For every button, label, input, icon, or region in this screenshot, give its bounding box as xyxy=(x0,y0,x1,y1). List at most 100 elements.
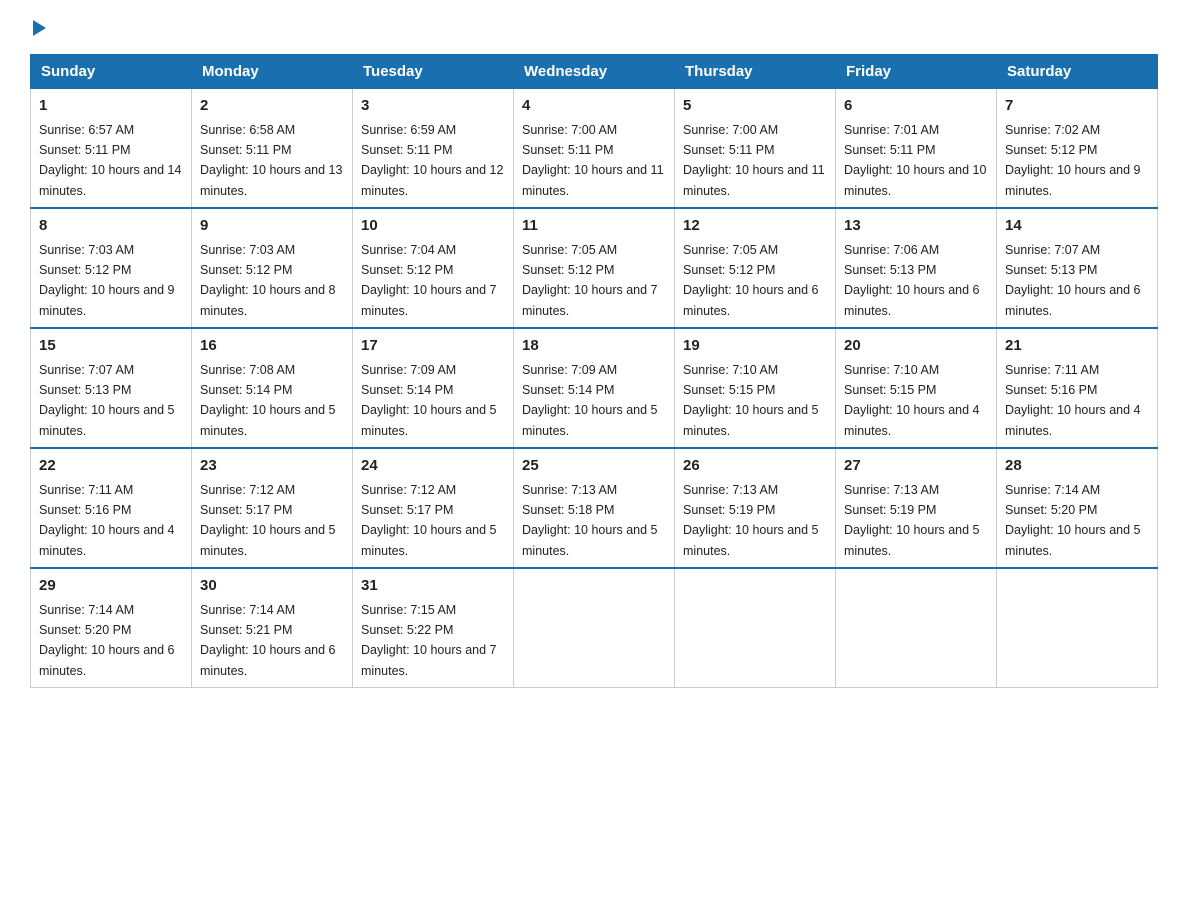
calendar-week-row: 22 Sunrise: 7:11 AMSunset: 5:16 PMDaylig… xyxy=(31,448,1158,568)
day-info: Sunrise: 7:02 AMSunset: 5:12 PMDaylight:… xyxy=(1005,123,1141,198)
day-info: Sunrise: 7:00 AMSunset: 5:11 PMDaylight:… xyxy=(683,123,825,198)
calendar-cell: 17 Sunrise: 7:09 AMSunset: 5:14 PMDaylig… xyxy=(353,328,514,448)
day-number: 5 xyxy=(683,95,827,118)
calendar-cell: 12 Sunrise: 7:05 AMSunset: 5:12 PMDaylig… xyxy=(675,208,836,328)
column-header-sunday: Sunday xyxy=(31,55,192,89)
day-number: 21 xyxy=(1005,335,1149,358)
day-info: Sunrise: 7:11 AMSunset: 5:16 PMDaylight:… xyxy=(1005,363,1141,438)
calendar-cell: 22 Sunrise: 7:11 AMSunset: 5:16 PMDaylig… xyxy=(31,448,192,568)
day-info: Sunrise: 7:14 AMSunset: 5:20 PMDaylight:… xyxy=(39,603,175,678)
day-info: Sunrise: 7:05 AMSunset: 5:12 PMDaylight:… xyxy=(522,243,658,318)
calendar-cell: 5 Sunrise: 7:00 AMSunset: 5:11 PMDayligh… xyxy=(675,89,836,209)
calendar-cell: 6 Sunrise: 7:01 AMSunset: 5:11 PMDayligh… xyxy=(836,89,997,209)
day-number: 24 xyxy=(361,455,505,478)
calendar-cell: 11 Sunrise: 7:05 AMSunset: 5:12 PMDaylig… xyxy=(514,208,675,328)
day-info: Sunrise: 7:15 AMSunset: 5:22 PMDaylight:… xyxy=(361,603,497,678)
day-info: Sunrise: 7:11 AMSunset: 5:16 PMDaylight:… xyxy=(39,483,175,558)
calendar-cell: 25 Sunrise: 7:13 AMSunset: 5:18 PMDaylig… xyxy=(514,448,675,568)
day-number: 12 xyxy=(683,215,827,238)
day-number: 19 xyxy=(683,335,827,358)
day-number: 29 xyxy=(39,575,183,598)
day-info: Sunrise: 7:09 AMSunset: 5:14 PMDaylight:… xyxy=(361,363,497,438)
day-number: 7 xyxy=(1005,95,1149,118)
calendar-cell: 18 Sunrise: 7:09 AMSunset: 5:14 PMDaylig… xyxy=(514,328,675,448)
calendar-cell: 13 Sunrise: 7:06 AMSunset: 5:13 PMDaylig… xyxy=(836,208,997,328)
day-info: Sunrise: 7:14 AMSunset: 5:21 PMDaylight:… xyxy=(200,603,336,678)
page-header xyxy=(30,20,1158,36)
day-number: 9 xyxy=(200,215,344,238)
day-number: 4 xyxy=(522,95,666,118)
day-info: Sunrise: 7:03 AMSunset: 5:12 PMDaylight:… xyxy=(200,243,336,318)
day-info: Sunrise: 7:01 AMSunset: 5:11 PMDaylight:… xyxy=(844,123,986,198)
calendar-cell: 21 Sunrise: 7:11 AMSunset: 5:16 PMDaylig… xyxy=(997,328,1158,448)
day-number: 20 xyxy=(844,335,988,358)
logo xyxy=(30,20,46,36)
day-info: Sunrise: 7:13 AMSunset: 5:18 PMDaylight:… xyxy=(522,483,658,558)
calendar-cell: 23 Sunrise: 7:12 AMSunset: 5:17 PMDaylig… xyxy=(192,448,353,568)
calendar-cell: 27 Sunrise: 7:13 AMSunset: 5:19 PMDaylig… xyxy=(836,448,997,568)
calendar-cell: 19 Sunrise: 7:10 AMSunset: 5:15 PMDaylig… xyxy=(675,328,836,448)
calendar-week-row: 15 Sunrise: 7:07 AMSunset: 5:13 PMDaylig… xyxy=(31,328,1158,448)
calendar-week-row: 29 Sunrise: 7:14 AMSunset: 5:20 PMDaylig… xyxy=(31,568,1158,688)
day-info: Sunrise: 6:58 AMSunset: 5:11 PMDaylight:… xyxy=(200,123,342,198)
day-number: 18 xyxy=(522,335,666,358)
calendar-cell: 7 Sunrise: 7:02 AMSunset: 5:12 PMDayligh… xyxy=(997,89,1158,209)
day-number: 2 xyxy=(200,95,344,118)
day-number: 14 xyxy=(1005,215,1149,238)
day-number: 8 xyxy=(39,215,183,238)
day-number: 22 xyxy=(39,455,183,478)
day-number: 11 xyxy=(522,215,666,238)
column-header-wednesday: Wednesday xyxy=(514,55,675,89)
day-info: Sunrise: 7:10 AMSunset: 5:15 PMDaylight:… xyxy=(844,363,980,438)
calendar-cell: 28 Sunrise: 7:14 AMSunset: 5:20 PMDaylig… xyxy=(997,448,1158,568)
calendar-cell: 31 Sunrise: 7:15 AMSunset: 5:22 PMDaylig… xyxy=(353,568,514,688)
calendar-cell: 26 Sunrise: 7:13 AMSunset: 5:19 PMDaylig… xyxy=(675,448,836,568)
calendar-cell: 15 Sunrise: 7:07 AMSunset: 5:13 PMDaylig… xyxy=(31,328,192,448)
calendar-table: SundayMondayTuesdayWednesdayThursdayFrid… xyxy=(30,54,1158,688)
day-info: Sunrise: 7:10 AMSunset: 5:15 PMDaylight:… xyxy=(683,363,819,438)
day-info: Sunrise: 7:05 AMSunset: 5:12 PMDaylight:… xyxy=(683,243,819,318)
day-number: 31 xyxy=(361,575,505,598)
calendar-cell: 29 Sunrise: 7:14 AMSunset: 5:20 PMDaylig… xyxy=(31,568,192,688)
calendar-cell xyxy=(997,568,1158,688)
calendar-cell: 2 Sunrise: 6:58 AMSunset: 5:11 PMDayligh… xyxy=(192,89,353,209)
calendar-cell: 24 Sunrise: 7:12 AMSunset: 5:17 PMDaylig… xyxy=(353,448,514,568)
day-number: 6 xyxy=(844,95,988,118)
column-header-thursday: Thursday xyxy=(675,55,836,89)
calendar-cell: 8 Sunrise: 7:03 AMSunset: 5:12 PMDayligh… xyxy=(31,208,192,328)
day-info: Sunrise: 6:57 AMSunset: 5:11 PMDaylight:… xyxy=(39,123,181,198)
day-info: Sunrise: 7:04 AMSunset: 5:12 PMDaylight:… xyxy=(361,243,497,318)
calendar-cell xyxy=(514,568,675,688)
calendar-week-row: 8 Sunrise: 7:03 AMSunset: 5:12 PMDayligh… xyxy=(31,208,1158,328)
column-header-tuesday: Tuesday xyxy=(353,55,514,89)
calendar-week-row: 1 Sunrise: 6:57 AMSunset: 5:11 PMDayligh… xyxy=(31,89,1158,209)
calendar-cell: 30 Sunrise: 7:14 AMSunset: 5:21 PMDaylig… xyxy=(192,568,353,688)
day-number: 15 xyxy=(39,335,183,358)
day-info: Sunrise: 7:14 AMSunset: 5:20 PMDaylight:… xyxy=(1005,483,1141,558)
day-info: Sunrise: 7:03 AMSunset: 5:12 PMDaylight:… xyxy=(39,243,175,318)
column-header-friday: Friday xyxy=(836,55,997,89)
calendar-cell: 14 Sunrise: 7:07 AMSunset: 5:13 PMDaylig… xyxy=(997,208,1158,328)
day-info: Sunrise: 7:06 AMSunset: 5:13 PMDaylight:… xyxy=(844,243,980,318)
day-number: 23 xyxy=(200,455,344,478)
day-number: 26 xyxy=(683,455,827,478)
day-number: 17 xyxy=(361,335,505,358)
day-info: Sunrise: 7:00 AMSunset: 5:11 PMDaylight:… xyxy=(522,123,664,198)
logo-triangle-icon xyxy=(33,20,46,36)
day-info: Sunrise: 7:07 AMSunset: 5:13 PMDaylight:… xyxy=(1005,243,1141,318)
calendar-cell xyxy=(675,568,836,688)
day-number: 27 xyxy=(844,455,988,478)
day-info: Sunrise: 7:12 AMSunset: 5:17 PMDaylight:… xyxy=(200,483,336,558)
day-number: 16 xyxy=(200,335,344,358)
day-info: Sunrise: 7:08 AMSunset: 5:14 PMDaylight:… xyxy=(200,363,336,438)
calendar-cell: 4 Sunrise: 7:00 AMSunset: 5:11 PMDayligh… xyxy=(514,89,675,209)
day-info: Sunrise: 7:12 AMSunset: 5:17 PMDaylight:… xyxy=(361,483,497,558)
day-info: Sunrise: 6:59 AMSunset: 5:11 PMDaylight:… xyxy=(361,123,503,198)
calendar-cell: 10 Sunrise: 7:04 AMSunset: 5:12 PMDaylig… xyxy=(353,208,514,328)
day-number: 3 xyxy=(361,95,505,118)
day-number: 13 xyxy=(844,215,988,238)
day-number: 30 xyxy=(200,575,344,598)
calendar-cell: 20 Sunrise: 7:10 AMSunset: 5:15 PMDaylig… xyxy=(836,328,997,448)
column-header-saturday: Saturday xyxy=(997,55,1158,89)
calendar-cell: 1 Sunrise: 6:57 AMSunset: 5:11 PMDayligh… xyxy=(31,89,192,209)
